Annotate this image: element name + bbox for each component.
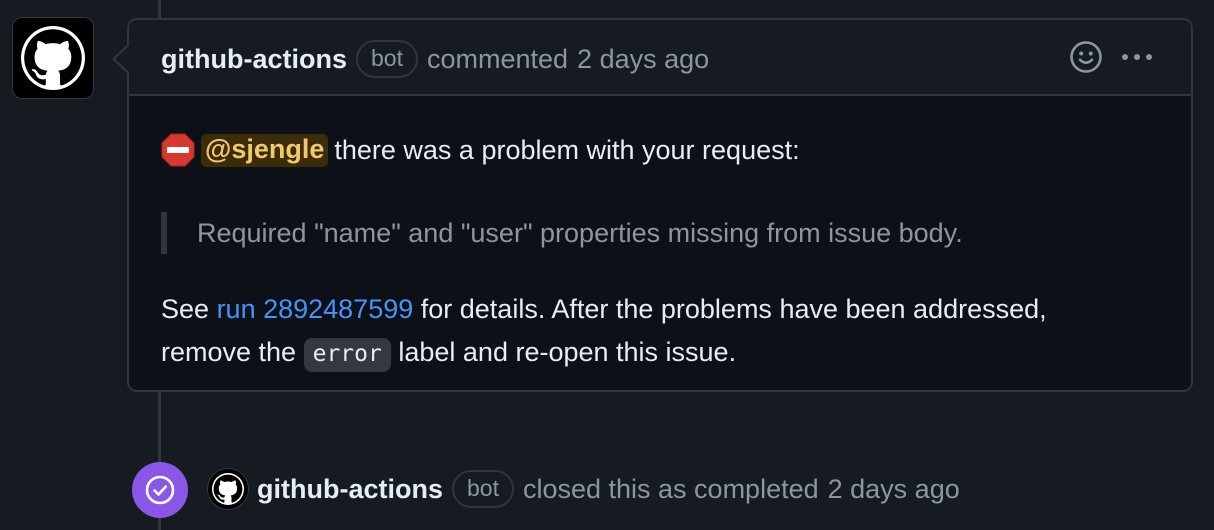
reopen-text: label and re-open this issue. xyxy=(398,337,737,367)
comment-body: @sjengle there was a problem with your r… xyxy=(161,130,1161,372)
comment-pointer-inner xyxy=(115,46,129,72)
timeline-line xyxy=(158,392,161,462)
timeline-line xyxy=(158,516,161,530)
remove-text: remove the xyxy=(161,337,297,367)
event-text: closed this as completed xyxy=(522,473,819,504)
event-author[interactable]: github-actions xyxy=(257,474,443,505)
closed-event-badge xyxy=(132,462,188,518)
avatar[interactable] xyxy=(12,17,94,99)
problem-text: there was a problem with your request: xyxy=(334,134,800,165)
issue-timeline: github-actions bot commented 2 days ago xyxy=(0,0,1214,530)
bot-badge: bot xyxy=(355,40,418,78)
user-mention[interactable]: @sjengle xyxy=(201,133,329,167)
blockquote: Required "name" and "user" properties mi… xyxy=(161,212,963,254)
details-text: for details. After the problems have bee… xyxy=(420,294,1047,324)
event-timestamp[interactable]: 2 days ago xyxy=(828,474,960,505)
comment-box: github-actions bot commented 2 days ago xyxy=(127,18,1193,392)
github-octocat-icon xyxy=(21,26,85,90)
error-code-label: error xyxy=(303,338,391,372)
kebab-menu-icon[interactable] xyxy=(1119,40,1155,74)
timestamp[interactable]: 2 days ago xyxy=(577,44,709,75)
stop-sign-icon xyxy=(161,133,195,167)
smiley-icon[interactable] xyxy=(1069,40,1103,74)
github-octocat-icon xyxy=(212,473,244,505)
comment-header: github-actions bot commented 2 days ago xyxy=(129,20,1191,96)
bot-badge: bot xyxy=(451,470,514,508)
author-name[interactable]: github-actions xyxy=(161,44,347,75)
closed-event: github-actions bot closed this as comple… xyxy=(207,468,960,510)
check-circle-icon xyxy=(145,475,175,505)
see-text: See xyxy=(161,294,210,324)
avatar[interactable] xyxy=(207,468,249,510)
action-text: commented xyxy=(426,43,569,74)
details-paragraph: See run 2892487599 for details. After th… xyxy=(161,288,1171,376)
run-link[interactable]: run 2892487599 xyxy=(217,294,414,324)
